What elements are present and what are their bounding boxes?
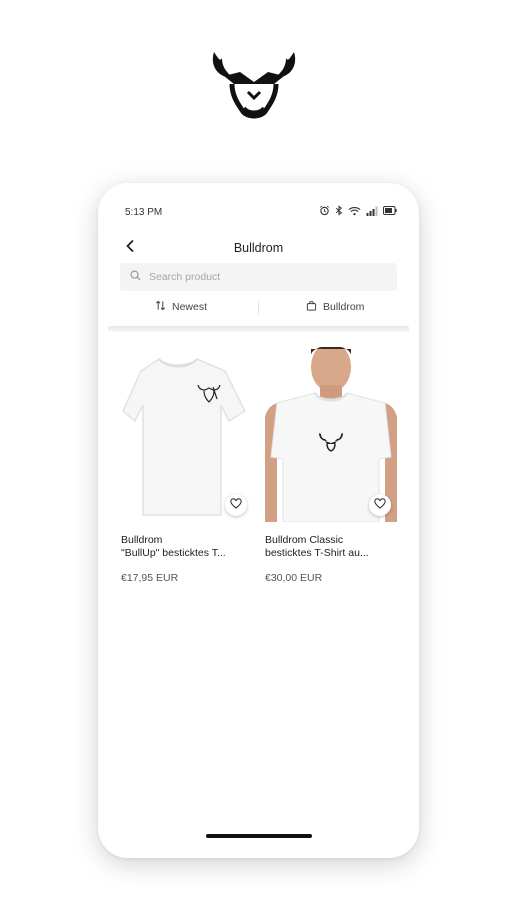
product-price: €17,95 EUR xyxy=(121,572,179,584)
signal-icon xyxy=(366,206,378,216)
brand-filter-label: Bulldrom xyxy=(323,301,365,313)
filter-divider xyxy=(258,301,259,314)
product-card[interactable]: Bulldrom Classic besticktes T-Shirt au..… xyxy=(265,347,397,584)
app-header: Bulldrom xyxy=(98,239,419,263)
product-image[interactable] xyxy=(121,347,253,522)
bluetooth-icon xyxy=(335,205,343,216)
wishlist-button[interactable] xyxy=(225,494,247,516)
filter-bar-shadow xyxy=(108,326,409,332)
wishlist-button[interactable] xyxy=(369,494,391,516)
heart-icon xyxy=(230,496,242,514)
page-title: Bulldrom xyxy=(233,241,284,255)
shopping-bag-icon xyxy=(306,300,317,314)
search-bar[interactable] xyxy=(120,263,397,291)
wifi-icon xyxy=(348,206,361,216)
battery-icon xyxy=(383,206,397,215)
status-bar: 5:13 PM xyxy=(98,183,419,239)
filter-bar: Newest Bulldrom xyxy=(110,297,407,317)
search-input[interactable] xyxy=(149,271,369,283)
product-card[interactable]: Bulldrom "BullUp" besticktes T... €17,95… xyxy=(121,347,253,584)
sort-button[interactable]: Newest xyxy=(155,297,207,317)
product-name-line2: "BullUp" besticktes T... xyxy=(121,547,226,559)
product-image[interactable] xyxy=(265,347,397,522)
bull-logo xyxy=(208,48,300,124)
phone-frame: 5:13 PM Bulldrom Search product Newest B… xyxy=(98,183,419,858)
status-icons xyxy=(319,205,397,216)
product-name-line1: Bulldrom xyxy=(121,534,163,546)
alarm-icon xyxy=(319,205,330,216)
product-name: Bulldrom "BullUp" besticktes T... xyxy=(121,534,253,560)
product-price: €30,00 EUR xyxy=(265,572,323,584)
product-name-line2: besticktes T-Shirt au... xyxy=(265,547,369,559)
sort-label: Newest xyxy=(172,301,208,313)
product-name: Bulldrom Classic besticktes T-Shirt au..… xyxy=(265,534,397,560)
home-indicator[interactable] xyxy=(206,834,312,838)
heart-icon xyxy=(374,496,386,514)
search-icon xyxy=(130,268,141,286)
sort-icon xyxy=(155,300,166,314)
product-name-line1: Bulldrom Classic xyxy=(265,534,344,546)
status-time: 5:13 PM xyxy=(125,207,163,218)
brand-filter-button[interactable]: Bulldrom xyxy=(306,297,364,317)
